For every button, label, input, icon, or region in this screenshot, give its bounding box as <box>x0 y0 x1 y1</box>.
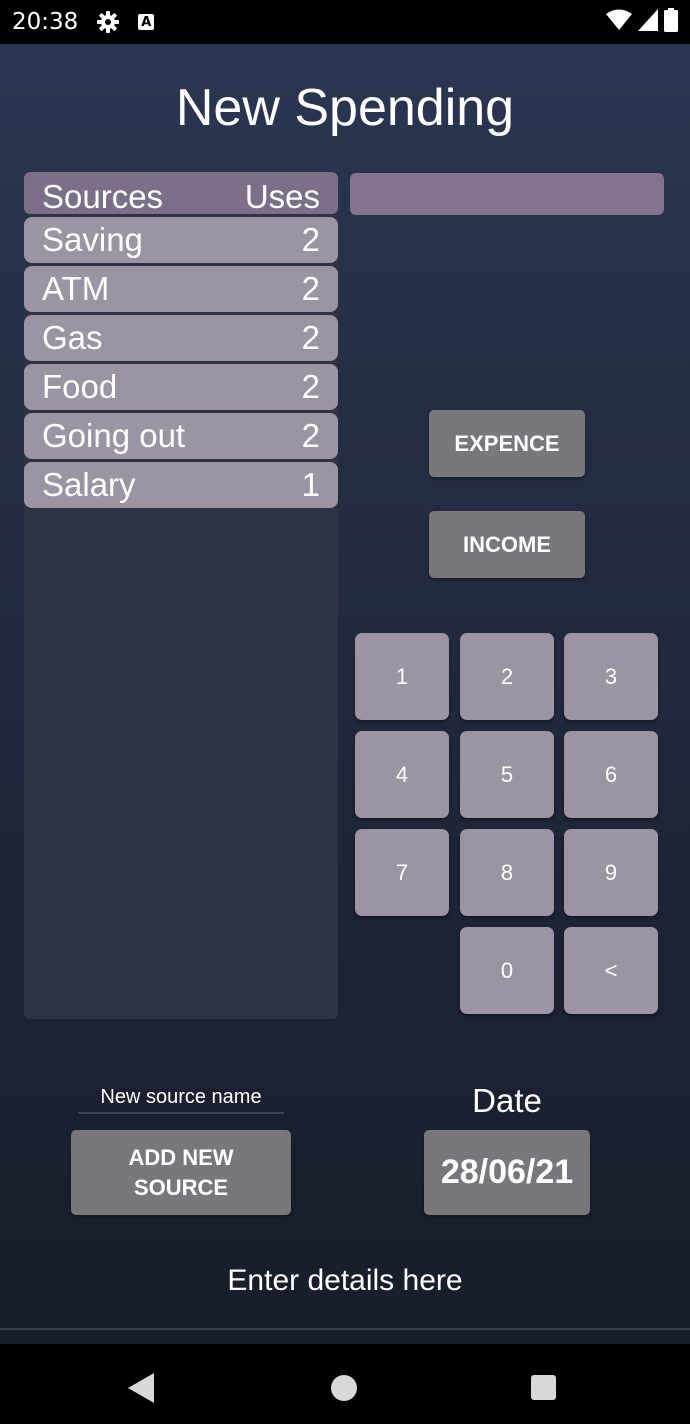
keypad-9-button[interactable]: 9 <box>564 829 658 916</box>
keypad-backspace-button[interactable]: < <box>564 927 658 1014</box>
footer-details-text: Enter details here <box>227 1264 463 1297</box>
keypad-4-button[interactable]: 4 <box>355 731 449 818</box>
add-new-source-label-line2: SOURCE <box>133 1174 229 1200</box>
home-nav-icon[interactable] <box>331 1375 357 1401</box>
source-row-food[interactable]: Food 2 <box>24 364 338 410</box>
keypad-7-button[interactable]: 7 <box>355 829 449 916</box>
keypad-5-button[interactable]: 5 <box>460 731 554 818</box>
date-label: Date <box>472 1082 542 1119</box>
page-title: New Spending <box>175 79 515 137</box>
keypad-8-button[interactable]: 8 <box>460 829 554 916</box>
status-time: 20:38 <box>12 9 79 35</box>
keypad-3-button[interactable]: 3 <box>564 633 658 720</box>
income-button[interactable]: INCOME <box>429 511 585 578</box>
add-new-source-button[interactable]: ADD NEW SOURCE <box>71 1130 291 1215</box>
source-row-atm[interactable]: ATM 2 <box>24 266 338 312</box>
source-row-gas[interactable]: Gas 2 <box>24 315 338 361</box>
settings-gear-icon <box>96 10 120 34</box>
sources-column-header: Sources <box>42 178 164 215</box>
signal-icon <box>638 9 658 35</box>
source-uses: 2 <box>301 270 320 307</box>
recents-nav-icon[interactable] <box>531 1375 556 1400</box>
keypad-1-button[interactable]: 1 <box>355 633 449 720</box>
new-source-name-input[interactable]: New source name <box>78 1082 284 1114</box>
source-name: Food <box>42 368 118 405</box>
source-uses: 2 <box>301 368 320 405</box>
keypad-0-button[interactable]: 0 <box>460 927 554 1014</box>
keypad-6-button[interactable]: 6 <box>564 731 658 818</box>
source-uses: 2 <box>301 417 320 454</box>
back-nav-icon[interactable] <box>128 1373 154 1408</box>
sources-list[interactable]: Sources Uses Saving 2 ATM 2 Gas 2 Food 2… <box>24 172 338 1019</box>
expence-button[interactable]: EXPENCE <box>429 410 585 477</box>
footer-divider <box>0 1328 690 1330</box>
source-row-saving[interactable]: Saving 2 <box>24 217 338 263</box>
uses-column-header: Uses <box>244 178 320 215</box>
source-uses: 1 <box>301 466 320 503</box>
source-row-salary[interactable]: Salary 1 <box>24 462 338 508</box>
source-name: Saving <box>42 221 143 258</box>
keypad-2-button[interactable]: 2 <box>460 633 554 720</box>
source-name: Salary <box>42 466 136 503</box>
source-row-going-out[interactable]: Going out 2 <box>24 413 338 459</box>
status-bar: 20:38 A <box>0 0 690 44</box>
source-name: ATM <box>42 270 110 307</box>
sources-list-header: Sources Uses <box>24 172 338 214</box>
source-name: Gas <box>42 319 103 356</box>
date-picker-button[interactable]: 28/06/21 <box>424 1130 590 1215</box>
amount-field[interactable] <box>350 173 664 215</box>
accessibility-a-icon: A <box>138 14 155 30</box>
wifi-icon <box>606 9 632 35</box>
source-name: Going out <box>42 417 186 454</box>
source-uses: 2 <box>301 319 320 356</box>
battery-icon <box>664 8 678 36</box>
source-uses: 2 <box>301 221 320 258</box>
add-new-source-label-line1: ADD NEW <box>128 1144 234 1170</box>
